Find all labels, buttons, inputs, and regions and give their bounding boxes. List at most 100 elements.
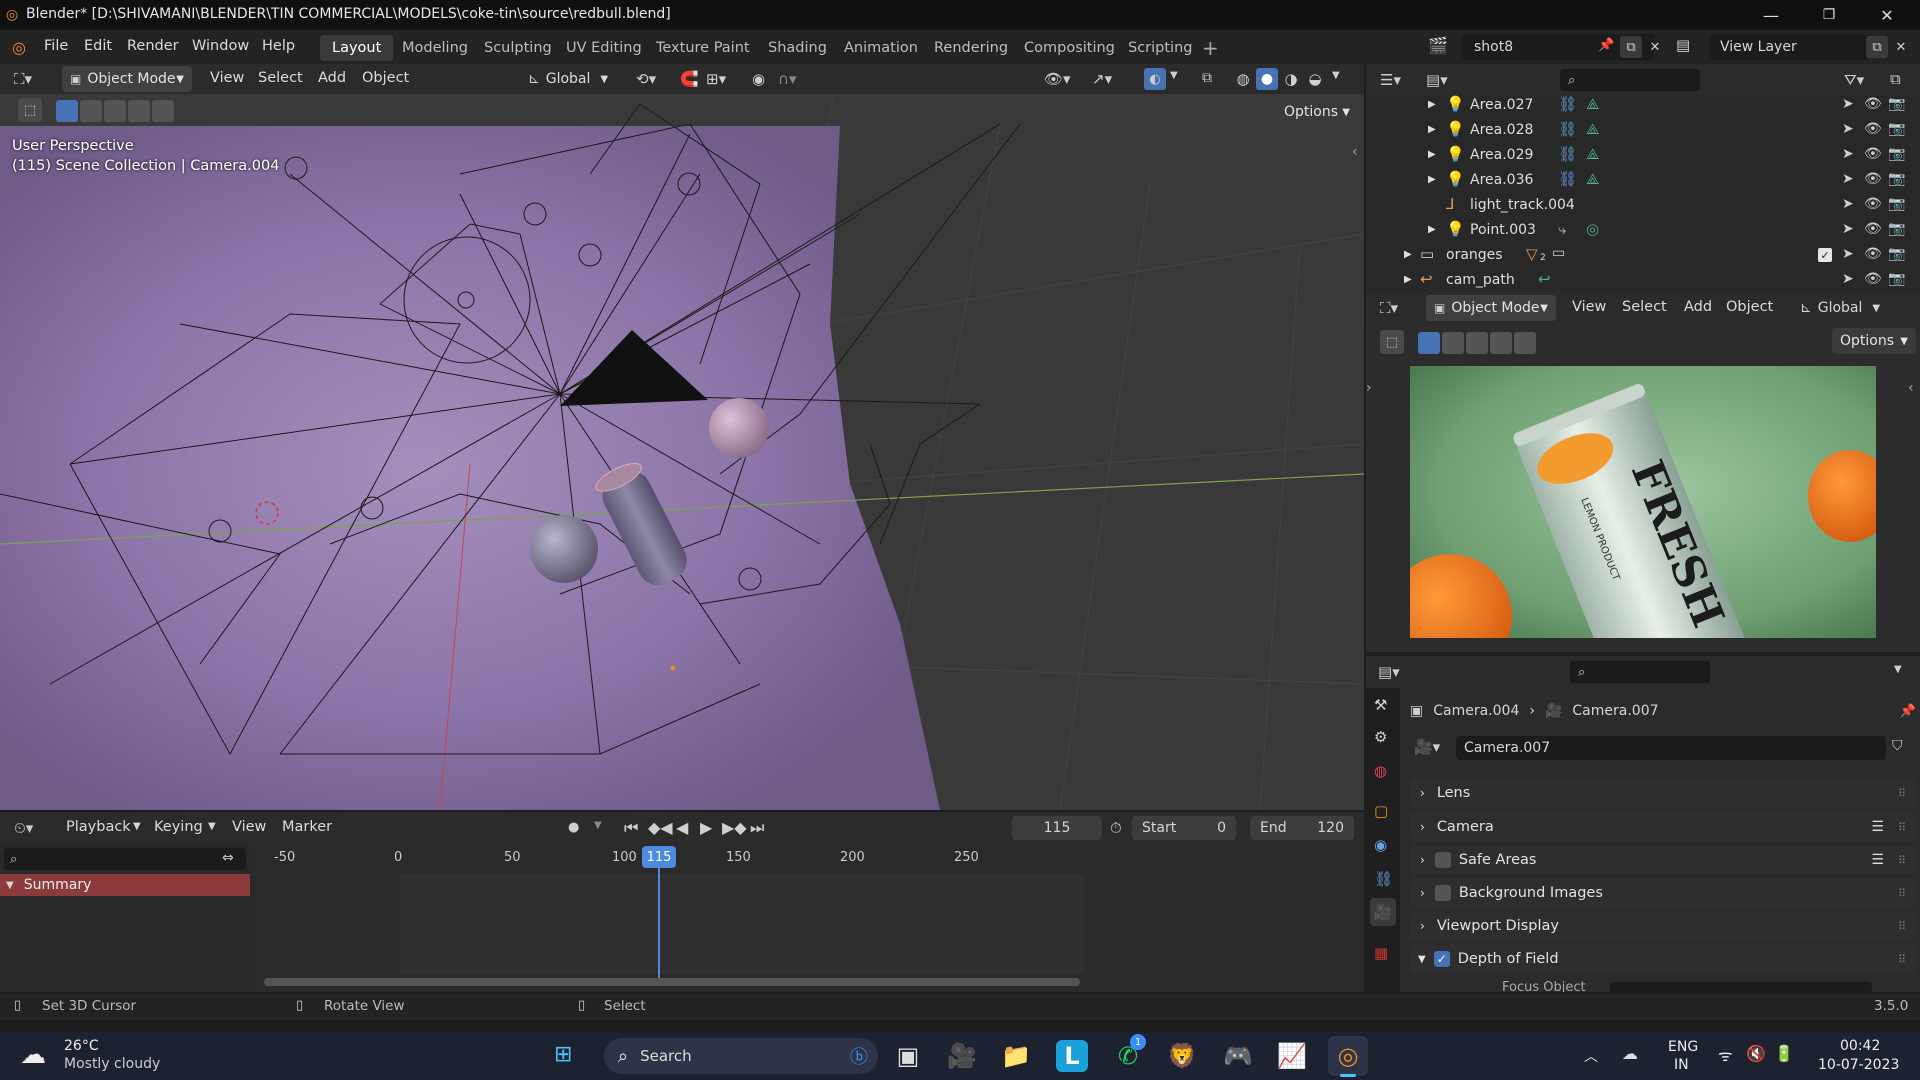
- expand-arrow-icon[interactable]: ▶: [1428, 149, 1436, 160]
- snap-target-icon[interactable]: ⊞▾: [706, 70, 726, 88]
- tab-scripting[interactable]: Scripting: [1116, 35, 1204, 61]
- menu-file[interactable]: File: [44, 38, 68, 54]
- preview-editor-type-icon[interactable]: ⛶▾: [1380, 299, 1398, 317]
- delete-view-layer-icon[interactable]: ✕: [1890, 36, 1912, 58]
- visibility-icon[interactable]: 👁▾: [1044, 70, 1071, 88]
- viewport-menu-select[interactable]: Select: [258, 70, 303, 86]
- taskbar-search-box[interactable]: ⌕ Search ⓑ: [604, 1038, 878, 1074]
- viewport-menu-object[interactable]: Object: [362, 70, 409, 86]
- view-layer-icon[interactable]: ▤: [1676, 36, 1690, 54]
- close-icon[interactable]: ✕: [1858, 0, 1916, 30]
- start-frame-field[interactable]: Start 0: [1132, 816, 1236, 840]
- outliner-row-area-029[interactable]: ▶ 💡 Area.029 ⛓ ⟁ ➤ 👁 📷: [1368, 143, 1920, 168]
- depth-of-field-checkbox[interactable]: ✓: [1433, 951, 1450, 967]
- selection-mode-buttons[interactable]: [56, 100, 176, 126]
- xray-icon[interactable]: ⧉: [1202, 70, 1212, 86]
- tab-scene-icon[interactable]: ⚙: [1374, 728, 1387, 746]
- render-toggle-icon[interactable]: 📷: [1888, 221, 1905, 237]
- options-dropdown[interactable]: Options ▼: [1276, 99, 1358, 125]
- preview-transform-dropdown[interactable]: ⊾ Global ▼: [1800, 295, 1880, 321]
- display-mode-icon[interactable]: ▤▾: [1426, 71, 1448, 89]
- falloff-icon[interactable]: ∩▾: [778, 70, 797, 88]
- tab-modeling[interactable]: Modeling: [390, 35, 480, 61]
- timeline-menu-view[interactable]: View: [232, 819, 266, 835]
- teams-chat-icon[interactable]: 🎥: [942, 1036, 982, 1076]
- select-invert-icon[interactable]: [1490, 332, 1512, 354]
- 3d-viewport[interactable]: ⛶▾ ▣ Object Mode ▼ View Select Add Objec…: [0, 64, 1364, 810]
- meet-now-icon[interactable]: ☁: [1622, 1044, 1638, 1063]
- panel-camera[interactable]: › Camera ☰ ⠿: [1410, 812, 1916, 842]
- tab-rendering[interactable]: Rendering: [922, 35, 1020, 61]
- select-extend-icon[interactable]: [80, 100, 102, 122]
- file-explorer-icon[interactable]: 📁: [996, 1036, 1036, 1076]
- view-layer-field[interactable]: View Layer: [1710, 34, 1870, 60]
- overlays-icon[interactable]: ◐: [1144, 68, 1166, 90]
- datablock-name-field[interactable]: Camera.007: [1456, 736, 1886, 760]
- channel-search-input[interactable]: ⌕: [4, 848, 246, 870]
- stopwatch-icon[interactable]: ⏱: [1110, 819, 1122, 837]
- focus-object-field[interactable]: [1610, 982, 1872, 992]
- tab-layout[interactable]: Layout: [320, 35, 394, 61]
- play-icon[interactable]: ▶: [700, 818, 712, 837]
- expand-arrow-icon[interactable]: ▶: [1428, 174, 1436, 185]
- expand-arrow-icon[interactable]: ▶: [1404, 249, 1412, 260]
- select-toggle-icon[interactable]: ➤: [1842, 246, 1854, 262]
- drag-handle-icon[interactable]: ⠿: [1898, 787, 1906, 800]
- tab-shading[interactable]: Shading: [756, 35, 839, 61]
- timeline-menu-playback[interactable]: Playback: [66, 819, 131, 835]
- select-subtract-icon[interactable]: [104, 100, 126, 122]
- show-hidden-icons-icon[interactable]: ︿: [1584, 1046, 1598, 1066]
- tab-compositing[interactable]: Compositing: [1012, 35, 1127, 61]
- scene-selector-icon[interactable]: 🎬: [1428, 36, 1448, 55]
- select-toggle-icon[interactable]: ➤: [1842, 171, 1854, 187]
- clock-time[interactable]: 00:42: [1840, 1038, 1880, 1054]
- language-region[interactable]: IN: [1674, 1057, 1689, 1073]
- windows-start-icon[interactable]: ⊞: [554, 1042, 572, 1067]
- select-intersect-icon[interactable]: [152, 100, 174, 122]
- drag-handle-icon[interactable]: ⠿: [1898, 821, 1906, 834]
- wifi-icon[interactable]: ᯤ: [1718, 1044, 1733, 1066]
- exclude-checkbox[interactable]: ✓: [1818, 248, 1832, 262]
- discord-icon[interactable]: 🎮: [1218, 1036, 1258, 1076]
- menu-edit[interactable]: Edit: [84, 38, 112, 54]
- eye-icon[interactable]: 👁: [1864, 96, 1882, 112]
- drag-handle-icon[interactable]: ⠿: [1898, 887, 1906, 900]
- render-toggle-icon[interactable]: 📷: [1888, 121, 1905, 137]
- tab-object-icon[interactable]: ▢: [1374, 802, 1388, 820]
- select-new-icon[interactable]: [56, 100, 78, 122]
- rendered-shading-icon[interactable]: ◒: [1304, 68, 1326, 90]
- outliner-row-area-036[interactable]: ▶ 💡 Area.036 ⛓ ⟁ ➤ 👁 📷: [1368, 168, 1920, 193]
- preview-menu-add[interactable]: Add: [1684, 299, 1712, 315]
- chevron-down-icon[interactable]: ▼: [1332, 70, 1340, 81]
- timeline-menu-keying[interactable]: Keying: [154, 819, 203, 835]
- blender-menu-icon[interactable]: ◎: [12, 38, 26, 57]
- render-toggle-icon[interactable]: 📷: [1888, 196, 1905, 212]
- select-invert-icon[interactable]: [128, 100, 150, 122]
- task-view-icon[interactable]: ▣: [888, 1036, 928, 1076]
- select-tool-icon[interactable]: ⬚: [18, 98, 42, 122]
- gizmo-icon[interactable]: ↗▾: [1092, 70, 1112, 88]
- wireframe-shading-icon[interactable]: ◍: [1232, 68, 1254, 90]
- render-toggle-icon[interactable]: 📷: [1888, 146, 1905, 162]
- panel-background-images[interactable]: › Background Images ⠿: [1410, 878, 1916, 908]
- viewport-menu-view[interactable]: View: [210, 70, 244, 86]
- jump-start-icon[interactable]: ⏮: [624, 818, 638, 838]
- eye-icon[interactable]: 👁: [1864, 221, 1882, 237]
- outliner-search-input[interactable]: ⌕: [1560, 69, 1700, 91]
- language-code[interactable]: ENG: [1668, 1039, 1698, 1055]
- blender-taskbar-icon[interactable]: ◎: [1328, 1036, 1368, 1076]
- weather-cloud-icon[interactable]: ☁: [20, 1040, 46, 1070]
- preview-menu-object[interactable]: Object: [1726, 299, 1773, 315]
- snap-icon[interactable]: 🧲: [680, 70, 699, 88]
- outliner-row-point-003[interactable]: ▶ 💡 Point.003 ⤷ ◎ ➤ 👁 📷: [1368, 218, 1920, 243]
- select-toggle-icon[interactable]: ➤: [1842, 121, 1854, 137]
- menu-help[interactable]: Help: [262, 38, 295, 54]
- preview-object-mode-dropdown[interactable]: ▣ Object Mode ▼: [1426, 295, 1556, 321]
- drag-handle-icon[interactable]: ⠿: [1898, 953, 1906, 966]
- select-toggle-icon[interactable]: ➤: [1842, 146, 1854, 162]
- preview-menu-select[interactable]: Select: [1622, 299, 1667, 315]
- datablock-browse-icon[interactable]: 🎥▾: [1414, 738, 1440, 756]
- preview-selection-mode-buttons[interactable]: [1418, 332, 1538, 358]
- weather-description[interactable]: Mostly cloudy: [64, 1056, 160, 1072]
- pivot-point-icon[interactable]: ⟲▾: [636, 70, 656, 88]
